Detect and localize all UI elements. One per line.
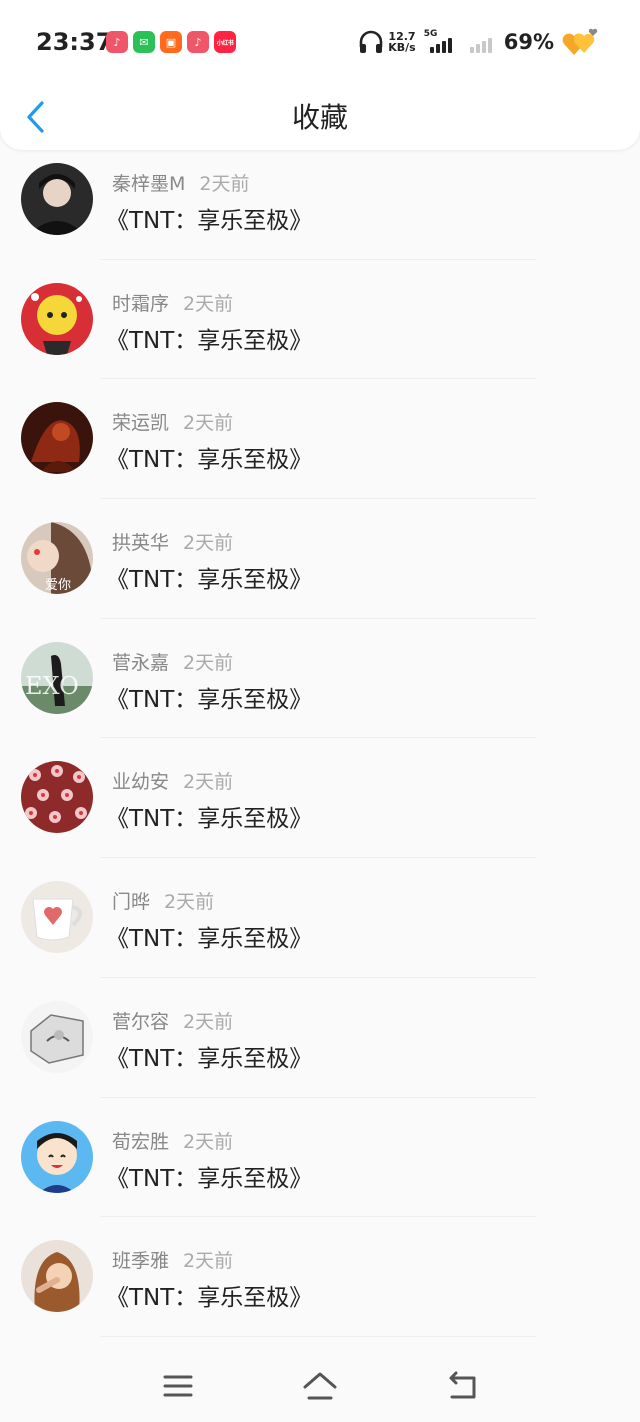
item-title: 《TNT：享乐至极》 <box>106 686 313 713</box>
item-meta: 拱英华 2天前 <box>112 528 233 555</box>
list-item[interactable]: 秦梓墨M 2天前 《TNT：享乐至极》 <box>0 150 640 270</box>
user-name: 业幼安 <box>112 771 170 794</box>
avatar[interactable] <box>21 282 93 355</box>
wechat-icon: ✉ <box>133 31 155 53</box>
user-name: 菅尔容 <box>112 1010 170 1033</box>
signal-5g-icon: 5G <box>424 29 462 55</box>
item-meta: 荀宏胜 2天前 <box>112 1127 233 1154</box>
item-meta: 秦梓墨M 2天前 <box>112 169 250 196</box>
item-title: 《TNT：享乐至极》 <box>106 1165 313 1192</box>
favorites-list: 秦梓墨M 2天前 《TNT：享乐至极》 时霜序 2天前 《TNT：享乐至极》 荣… <box>0 150 640 1347</box>
avatar[interactable] <box>21 1240 93 1313</box>
notification-app-icons: ♪ ✉ ▣ ♪ 小红书 <box>106 31 236 53</box>
menu-icon[interactable] <box>158 1366 198 1406</box>
avatar[interactable]: 爱你 <box>21 522 93 595</box>
item-meta: 门晔 2天前 <box>112 887 214 914</box>
item-title: 《TNT：享乐至极》 <box>106 447 313 474</box>
headphones-icon <box>359 30 383 53</box>
signal-secondary-icon <box>469 29 500 55</box>
net-speed-unit: KB/s <box>388 41 416 54</box>
item-title: 《TNT：享乐至极》 <box>106 806 313 833</box>
list-item[interactable]: 班季雅 2天前 《TNT：享乐至极》 <box>0 1227 640 1347</box>
item-meta: 菅尔容 2天前 <box>112 1007 233 1034</box>
list-item[interactable]: 时霜序 2天前 《TNT：享乐至极》 <box>0 270 640 390</box>
divider <box>100 737 536 739</box>
avatar-caption: EXO <box>25 672 79 700</box>
header: 23:37 ♪ ✉ ▣ ♪ 小红书 12.7 KB/s 5G 69% 收藏 <box>0 0 640 150</box>
item-meta: 业幼安 2天前 <box>112 767 233 794</box>
list-item[interactable]: EXO 菅永嘉 2天前 《TNT：享乐至极》 <box>0 629 640 749</box>
user-name: 拱英华 <box>112 532 170 555</box>
avatar[interactable] <box>21 761 93 834</box>
home-icon[interactable] <box>300 1366 340 1406</box>
system-nav-bar <box>0 1350 640 1422</box>
item-meta: 班季雅 2天前 <box>112 1246 233 1273</box>
avatar[interactable] <box>21 881 93 954</box>
user-name: 门晔 <box>112 891 151 914</box>
kuaishou-icon: ▣ <box>160 31 182 53</box>
page-title: 收藏 <box>291 101 348 134</box>
time-ago: 2天前 <box>183 292 234 315</box>
user-name: 荣运凯 <box>112 412 170 435</box>
list-item[interactable]: 爱你 拱英华 2天前 《TNT：享乐至极》 <box>0 509 640 629</box>
avatar[interactable] <box>21 1000 93 1073</box>
divider <box>100 1216 536 1218</box>
user-name: 菅永嘉 <box>112 651 170 674</box>
user-name: 秦梓墨M <box>112 173 186 195</box>
battery-percent: 69% <box>503 30 554 54</box>
list-item[interactable]: 荣运凯 2天前 《TNT：享乐至极》 <box>0 389 640 509</box>
time-ago: 2天前 <box>164 891 215 914</box>
xiaohongshu-icon: 小红书 <box>214 31 236 53</box>
status-time: 23:37 <box>36 28 113 56</box>
net-speed: 12.7 KB/s <box>388 31 415 53</box>
list-item[interactable]: 门晔 2天前 《TNT：享乐至极》 <box>0 868 640 988</box>
time-ago: 2天前 <box>183 1010 234 1033</box>
user-name: 时霜序 <box>112 292 170 315</box>
list-item[interactable]: 荀宏胜 2天前 《TNT：享乐至极》 <box>0 1108 640 1228</box>
divider <box>100 258 536 260</box>
item-title: 《TNT：享乐至极》 <box>106 567 313 594</box>
system-status-icons: 12.7 KB/s 5G 69% <box>358 26 600 58</box>
item-title: 《TNT：享乐至极》 <box>106 1285 313 1312</box>
avatar[interactable] <box>21 1120 93 1193</box>
avatar[interactable]: EXO <box>21 641 93 714</box>
divider <box>100 1335 536 1337</box>
item-meta: 时霜序 2天前 <box>112 289 233 316</box>
divider <box>100 378 536 380</box>
time-ago: 2天前 <box>183 1130 234 1153</box>
user-name: 荀宏胜 <box>112 1130 170 1153</box>
avatar[interactable] <box>21 402 93 475</box>
status-bar: 23:37 ♪ ✉ ▣ ♪ 小红书 12.7 KB/s 5G 69% <box>0 0 640 84</box>
divider <box>100 857 536 859</box>
list-item[interactable]: 菅尔容 2天前 《TNT：享乐至极》 <box>0 988 640 1108</box>
avatar[interactable] <box>21 163 93 235</box>
divider <box>100 498 536 500</box>
time-ago: 2天前 <box>183 412 234 435</box>
item-title: 《TNT：享乐至极》 <box>106 926 313 953</box>
time-ago: 2天前 <box>199 173 250 195</box>
item-title: 《TNT：享乐至极》 <box>106 208 313 234</box>
time-ago: 2天前 <box>183 532 234 555</box>
list-item[interactable]: 业幼安 2天前 《TNT：享乐至极》 <box>0 748 640 868</box>
heart-battery-icon <box>562 28 598 55</box>
douyin-icon: ♪ <box>106 31 128 53</box>
avatar-caption: 爱你 <box>45 578 71 593</box>
item-meta: 菅永嘉 2天前 <box>112 648 233 675</box>
divider <box>100 976 536 978</box>
user-name: 班季雅 <box>112 1250 170 1273</box>
item-title: 《TNT：享乐至极》 <box>106 1045 313 1072</box>
time-ago: 2天前 <box>183 771 234 794</box>
divider <box>100 617 536 619</box>
douyin-icon: ♪ <box>187 31 209 53</box>
item-title: 《TNT：享乐至极》 <box>106 327 313 354</box>
time-ago: 2天前 <box>183 1250 234 1273</box>
item-meta: 荣运凯 2天前 <box>112 408 233 435</box>
time-ago: 2天前 <box>183 651 234 674</box>
divider <box>100 1096 536 1098</box>
back-icon[interactable] <box>442 1366 482 1406</box>
